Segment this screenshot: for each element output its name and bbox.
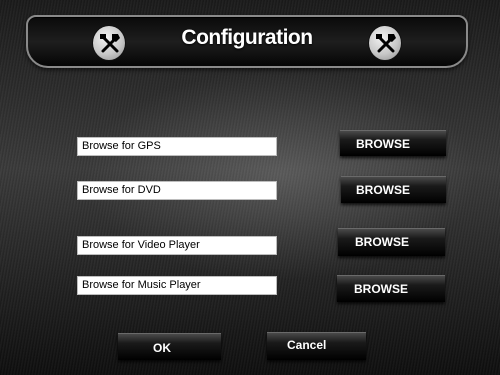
cancel-button-label: Cancel xyxy=(287,338,327,352)
ok-button-label: OK xyxy=(153,341,171,355)
video-player-path-field[interactable]: Browse for Video Player xyxy=(77,236,277,255)
title-bar: Configuration xyxy=(26,15,468,68)
browse-dvd-button-label: BROWSE xyxy=(356,183,410,197)
browse-gps-button[interactable]: BROWSE xyxy=(340,130,446,156)
gps-path-field[interactable]: Browse for GPS xyxy=(77,137,277,156)
cancel-button[interactable]: Cancel xyxy=(267,332,366,360)
browse-video-player-button-label: BROWSE xyxy=(355,235,409,249)
browse-music-player-button[interactable]: BROWSE xyxy=(337,275,445,302)
dvd-path-field[interactable]: Browse for DVD xyxy=(77,181,277,200)
browse-video-player-button[interactable]: BROWSE xyxy=(338,228,445,256)
tools-icon xyxy=(368,25,402,61)
ok-button[interactable]: OK xyxy=(118,333,221,360)
music-player-path-field[interactable]: Browse for Music Player xyxy=(77,276,277,295)
browse-music-player-button-label: BROWSE xyxy=(354,282,408,296)
browse-dvd-button[interactable]: BROWSE xyxy=(341,176,446,203)
browse-gps-button-label: BROWSE xyxy=(356,137,410,151)
